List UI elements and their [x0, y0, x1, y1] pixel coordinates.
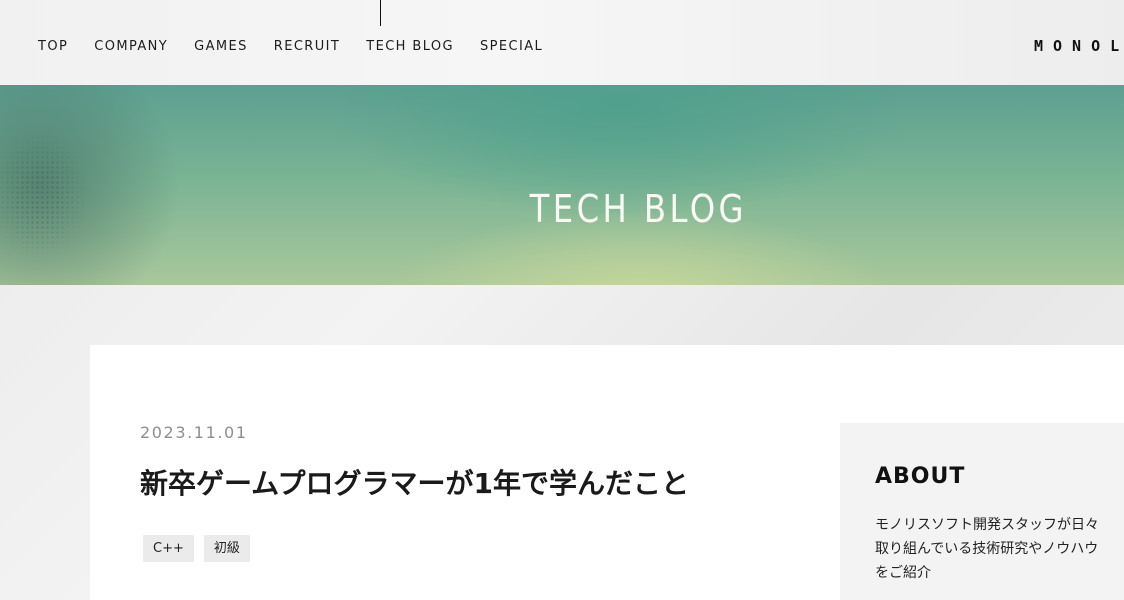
site-logo[interactable]: MONOL — [1034, 38, 1124, 54]
post-tags: C++ 初級 — [143, 535, 250, 562]
about-title: ABOUT — [875, 464, 966, 489]
nav-item-company[interactable]: COMPANY — [94, 38, 168, 56]
main-nav: TOP COMPANY GAMES RECRUIT TECH BLOG SPEC… — [38, 38, 569, 56]
about-text: モノリスソフト開発スタッフが日々取り組んでいる技術研究やノウハウをご紹介 — [875, 517, 1099, 581]
article-card: 2023.11.01 新卒ゲームプログラマーが1年で学んだこと C++ 初級 A… — [90, 345, 1124, 600]
nav-item-games[interactable]: GAMES — [194, 38, 248, 56]
site-header: TOP COMPANY GAMES RECRUIT TECH BLOG SPEC… — [0, 0, 1124, 85]
nav-item-top[interactable]: TOP — [38, 38, 68, 56]
post-title: 新卒ゲームプログラマーが1年で学んだこと — [140, 467, 689, 500]
hero-dot-pattern — [0, 115, 110, 275]
nav-item-recruit[interactable]: RECRUIT — [274, 38, 340, 56]
hero-title: TECH BLOG — [529, 187, 747, 232]
nav-item-tech-blog[interactable]: TECH BLOG — [366, 38, 454, 56]
post-date: 2023.11.01 — [140, 423, 248, 442]
hero-banner: TECH BLOG — [0, 85, 1124, 285]
tag-cpp[interactable]: C++ — [143, 535, 194, 562]
tag-beginner[interactable]: 初級 — [203, 535, 250, 562]
header-divider — [380, 0, 381, 26]
about-sidebar: ABOUT モノリスソフト開発スタッフが日々取り組んでいる技術研究やノウハウをご… — [840, 423, 1124, 600]
nav-item-special[interactable]: SPECIAL — [480, 38, 543, 56]
